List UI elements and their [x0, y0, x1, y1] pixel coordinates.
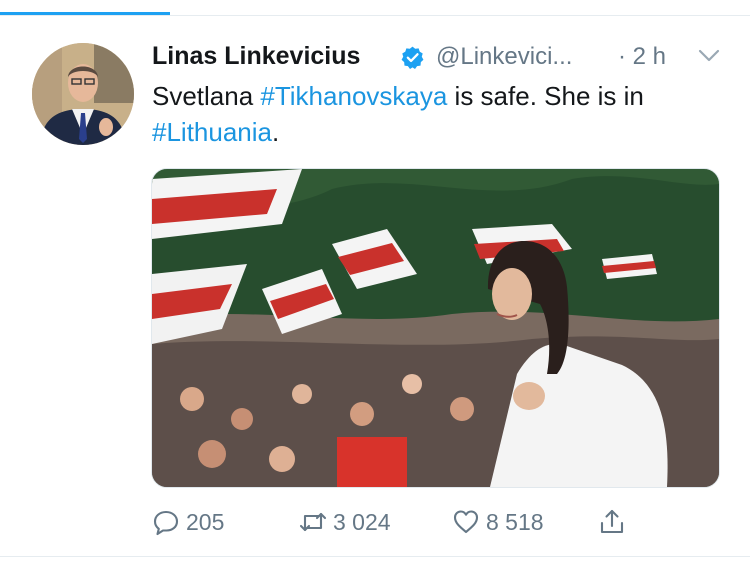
- rally-photo: [152, 169, 719, 487]
- heart-icon: [453, 510, 479, 534]
- like-count: 8 518: [486, 508, 544, 535]
- hashtag-link[interactable]: #Tikhanovskaya: [260, 81, 447, 111]
- chevron-down-icon[interactable]: [698, 48, 720, 64]
- reply-button[interactable]: 205: [152, 504, 224, 540]
- share-icon: [600, 509, 624, 534]
- hashtag-link[interactable]: #Lithuania: [152, 117, 272, 147]
- text-part: .: [272, 117, 280, 147]
- retweet-button[interactable]: 3 024: [299, 504, 391, 540]
- like-button[interactable]: 8 518: [452, 504, 544, 540]
- share-button[interactable]: [598, 504, 632, 540]
- reply-count: 205: [186, 508, 225, 535]
- tweet[interactable]: Linas Linkevicius @Linkevici... · 2 h Sv…: [0, 16, 750, 556]
- timestamp[interactable]: · 2 h: [618, 43, 666, 71]
- avatar-photo: [32, 43, 134, 145]
- reply-icon: [153, 510, 179, 536]
- retweet-icon: [299, 512, 327, 532]
- verified-badge-icon: [401, 46, 424, 69]
- author-handle[interactable]: @Linkevici...: [436, 43, 572, 71]
- text-part: Svetlana: [152, 81, 261, 111]
- tweet-text: Svetlana #Tikhanovskaya is safe. She is …: [152, 78, 712, 150]
- avatar[interactable]: [32, 43, 134, 145]
- tweet-photo[interactable]: [151, 168, 720, 488]
- text-part: is safe. She is in: [447, 81, 644, 111]
- tweet-actions: 205 3 024 8 518: [152, 504, 652, 540]
- bottom-divider: [0, 556, 750, 557]
- retweet-count: 3 024: [333, 508, 391, 535]
- author-name[interactable]: Linas Linkevicius: [152, 42, 360, 71]
- tweet-header: Linas Linkevicius @Linkevici... · 2 h: [152, 42, 722, 78]
